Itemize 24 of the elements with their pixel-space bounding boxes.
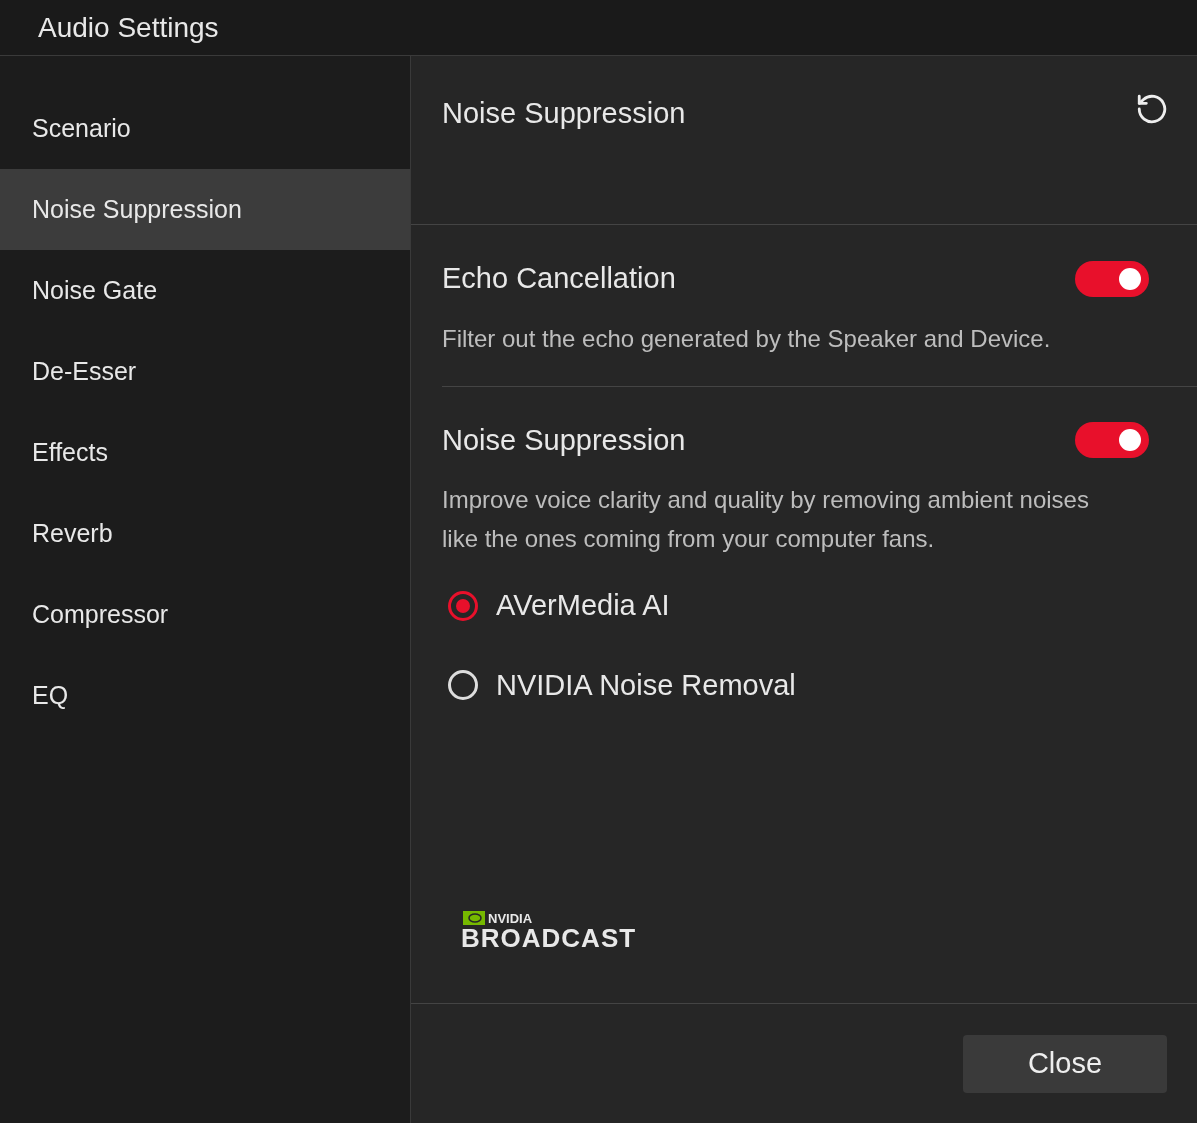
section-title: Noise Suppression [442,422,686,458]
radio-option[interactable]: NVIDIA Noise Removal [448,663,1197,707]
radio-button[interactable] [448,590,478,621]
sidebar-item[interactable]: Scenario [0,88,410,169]
sidebar-item[interactable]: De-Esser [0,331,410,412]
panel-title: Noise Suppression [442,96,686,131]
close-button[interactable]: Close [963,1034,1167,1093]
section-title: Echo Cancellation [442,261,676,296]
window-title: Audio Settings [38,10,219,45]
brand-text: NVIDIA [488,911,533,925]
sidebar-item[interactable]: Noise Suppression [0,169,410,250]
radio-option[interactable]: AVerMedia AI [448,584,1197,628]
section-description: Filter out the echo generated by the Speaker and Device. [442,323,1052,354]
sidebar-item[interactable]: Effects [0,412,410,493]
sidebar-item[interactable]: Reverb [0,493,410,574]
sidebar-item[interactable]: EQ [0,655,410,736]
reset-icon[interactable] [1135,92,1169,126]
section-description: Improve voice clarity and quality by removing ambient noises like the ones coming from your computer fans. [442,485,1090,554]
sidebar-item[interactable]: Compressor [0,574,410,655]
product-text: BROADCAST [461,925,637,951]
toggle-switch[interactable] [1075,260,1149,297]
toggle-switch[interactable] [1075,422,1149,459]
eye-logo-icon [463,911,485,925]
sidebar-item[interactable]: Noise Gate [0,250,410,331]
